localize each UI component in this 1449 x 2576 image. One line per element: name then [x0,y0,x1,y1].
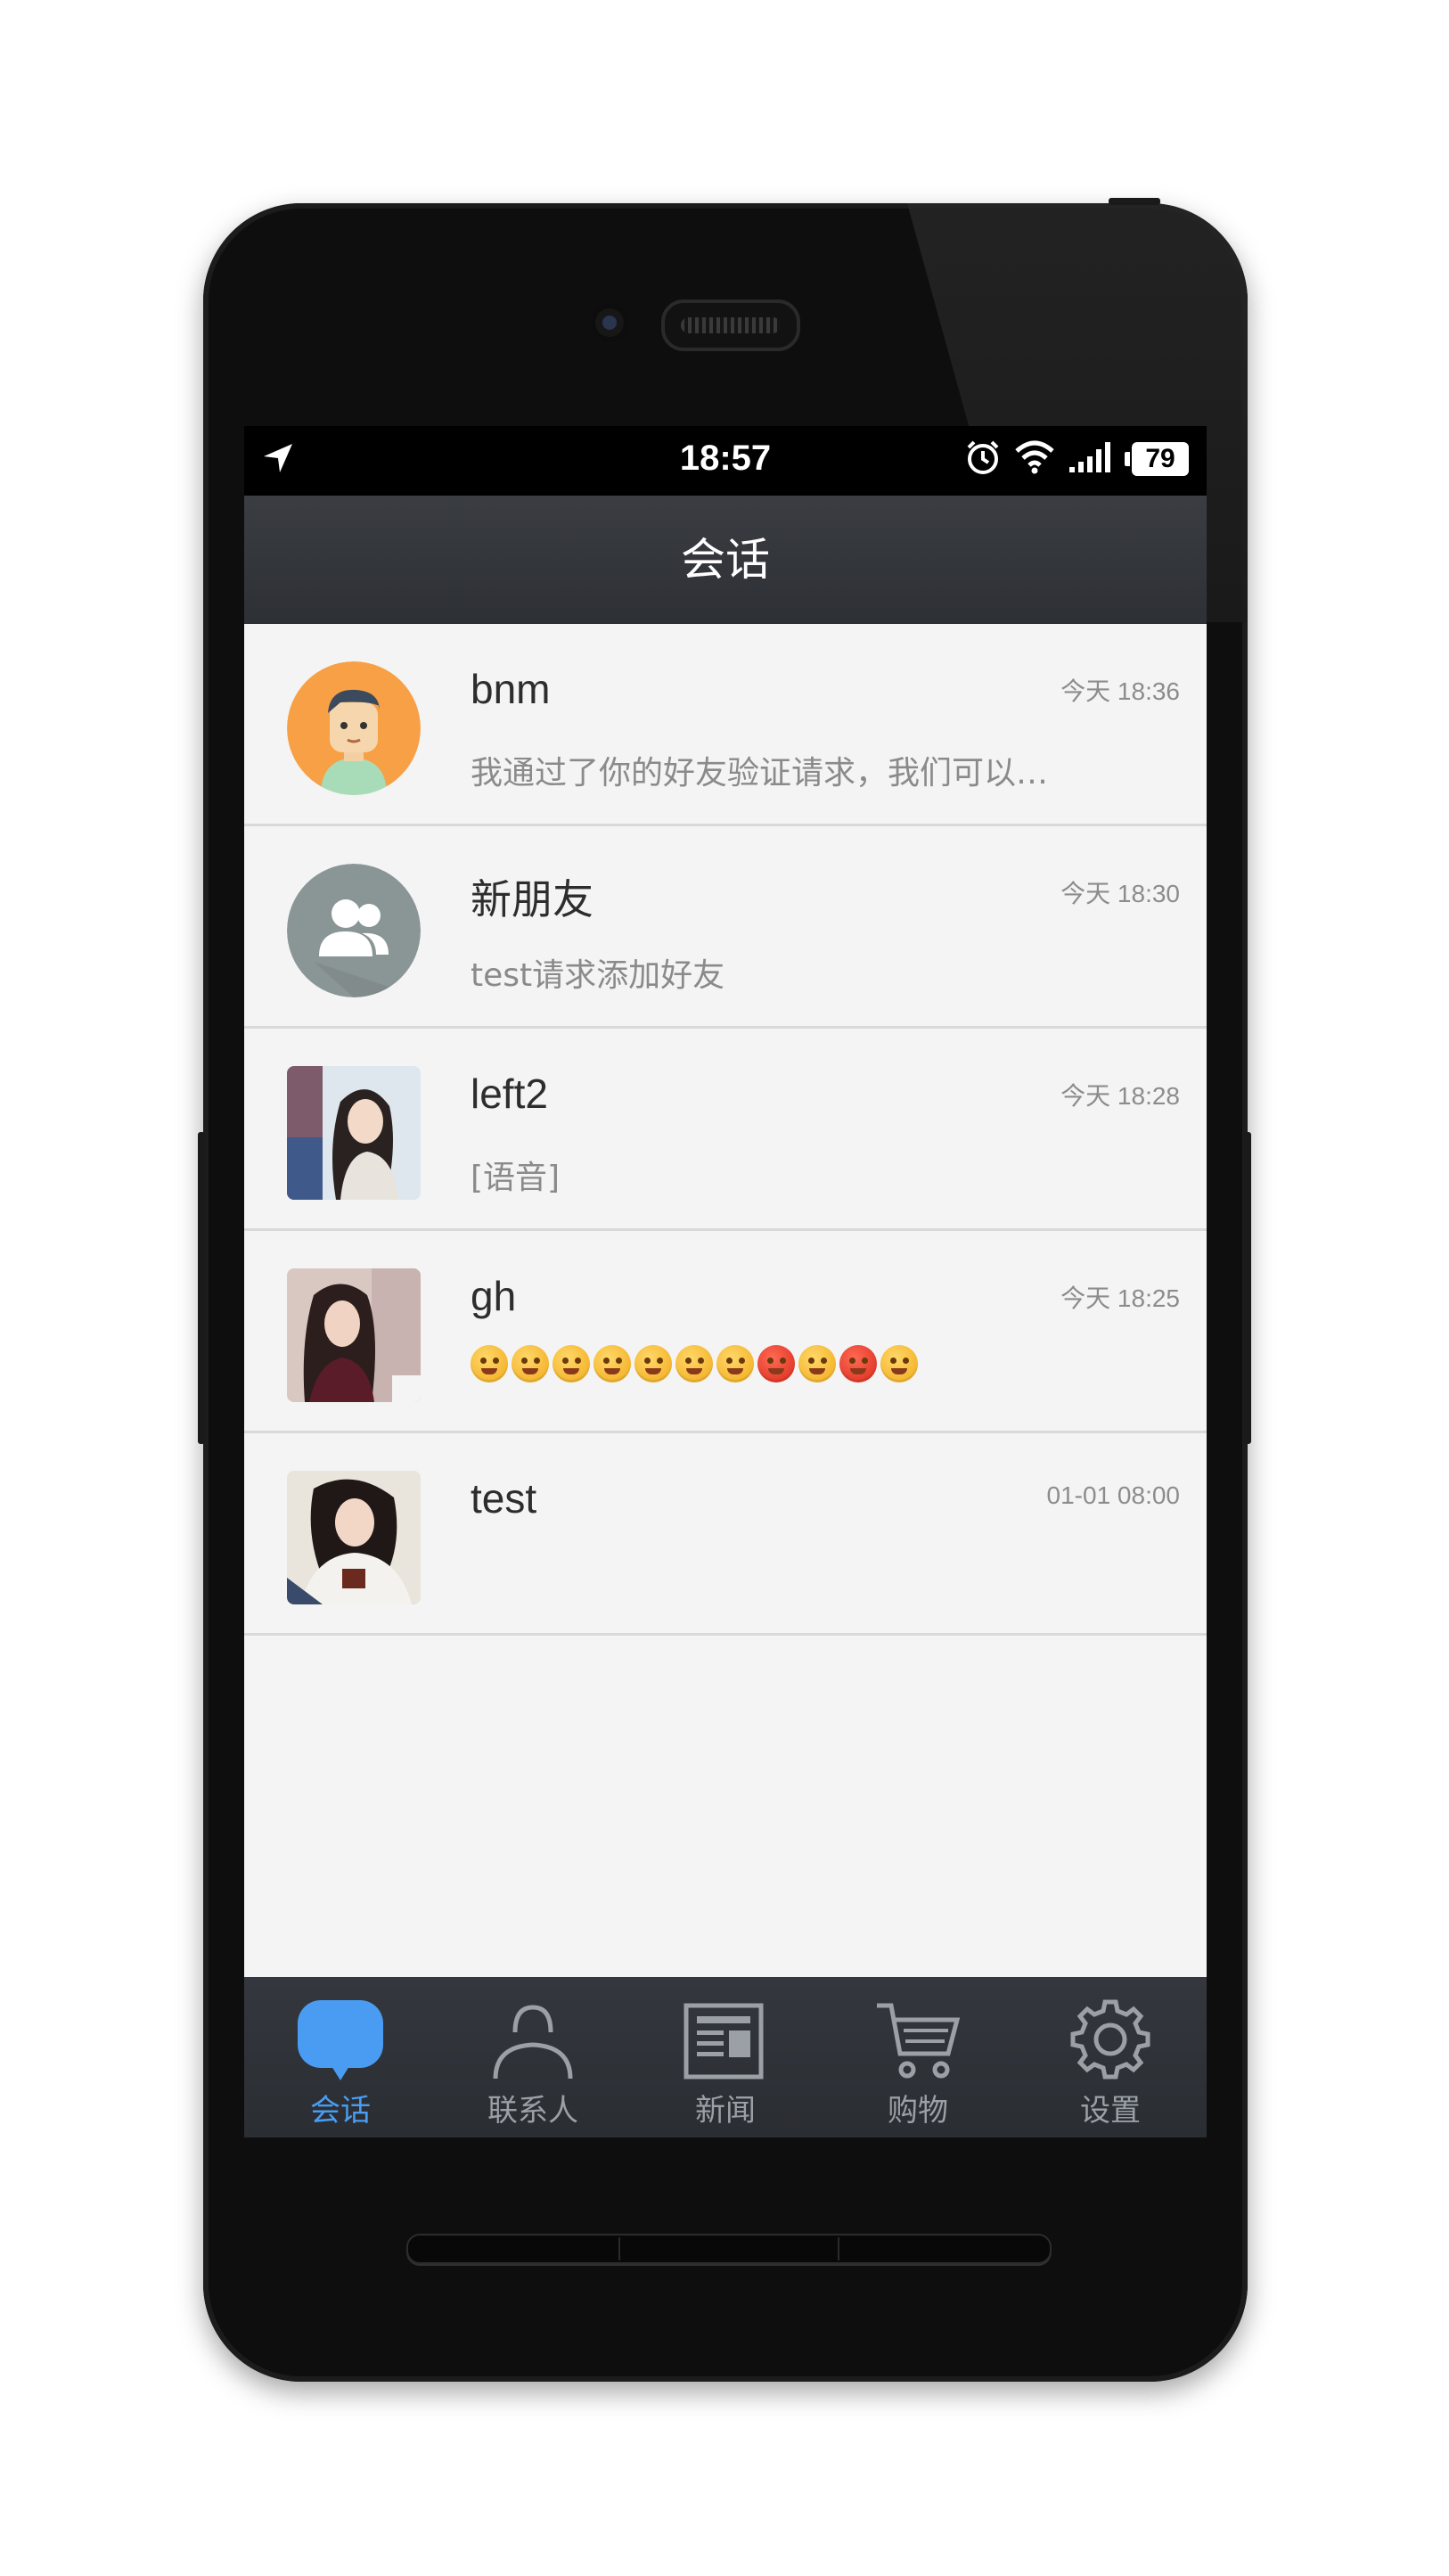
home-bar[interactable] [406,2234,1052,2264]
gear-icon [1066,1997,1155,2086]
tab-conversations[interactable]: 会话 [244,1977,437,2137]
status-bar: 18:57 79 [244,426,1207,496]
conversation-row-new-friends[interactable]: 新朋友 今天 18:30 test请求添加好友 [244,826,1207,1029]
cartoon-man-avatar [287,661,421,795]
angry-emoji-icon [839,1345,877,1382]
power-button [1109,198,1160,205]
photo-avatar [287,1268,421,1402]
message-time: 今天 18:36 [1060,677,1180,705]
joy-emoji-icon [798,1345,836,1382]
confounded-emoji-icon [594,1345,631,1382]
contact-name: test [471,1475,537,1522]
left-side-button [198,1132,205,1444]
conversation-row-bnm[interactable]: bnm 今天 18:36 我通过了你的好友验证请求，我们可以… [244,624,1207,826]
conversation-row-left2[interactable]: left2 今天 18:28 [语音] [244,1029,1207,1231]
message-preview: 我通过了你的好友验证请求，我们可以… [471,755,1049,792]
joy-emoji-icon [880,1345,918,1382]
conversation-row-test[interactable]: test 01-01 08:00 [244,1433,1207,1636]
message-time: 今天 18:30 [1060,880,1180,907]
contact-name: left2 [471,1071,548,1117]
front-camera [590,303,629,342]
tab-contacts[interactable]: 联系人 [437,1977,629,2137]
tab-label: 联系人 [487,2093,578,2129]
message-time: 今天 18:28 [1060,1082,1180,1110]
earpiece-speaker [661,299,800,351]
angry-emoji-icon [757,1345,795,1382]
battery-icon: 79 [1125,442,1189,476]
message-time: 今天 18:25 [1060,1284,1180,1312]
photo-avatar [287,1471,421,1604]
contact-name: 新朋友 [471,876,594,923]
tab-label: 设置 [1080,2093,1141,2129]
message-preview: test请求添加好友 [471,957,725,994]
tab-label: 会话 [310,2093,371,2129]
alarm-icon [964,439,1002,480]
group-avatar [287,864,421,997]
emoji-preview [471,1345,918,1382]
relieved-emoji-icon [634,1345,672,1382]
photo-avatar [287,1066,421,1200]
app-screen: 18:57 79 会话 bnm 今天 18:36 我通过了你的好友验证请求，我们… [244,426,1207,2137]
right-side-button [1244,1132,1251,1444]
cart-icon [873,1997,962,2086]
heart-eyes-emoji-icon [716,1345,754,1382]
bottom-tab-bar: 会话 联系人 新闻 购物 设置 [244,1977,1207,2137]
crying-emoji-icon [675,1345,713,1382]
wifi-icon [1014,440,1055,478]
tongue-emoji-icon [512,1345,549,1382]
tab-label: 购物 [888,2093,948,2129]
tongue-emoji-icon [553,1345,590,1382]
tab-settings[interactable]: 设置 [1014,1977,1207,2137]
tab-news[interactable]: 新闻 [629,1977,822,2137]
chat-bubble-icon [296,1997,385,2086]
tab-label: 新闻 [695,2093,756,2129]
conversation-row-gh[interactable]: gh 今天 18:25 [244,1231,1207,1433]
contact-name: gh [471,1273,517,1319]
tab-shopping[interactable]: 购物 [822,1977,1014,2137]
disappointed-emoji-icon [471,1345,508,1382]
contact-name: bnm [471,666,551,712]
person-icon [488,1997,577,2086]
message-time: 01-01 08:00 [1046,1481,1180,1509]
message-preview: [语音] [471,1160,561,1196]
page-title: 会话 [244,496,1207,624]
signal-icon [1068,440,1119,478]
conversation-list: bnm 今天 18:36 我通过了你的好友验证请求，我们可以… 新朋友 今天 1… [244,624,1207,1636]
newspaper-icon [681,1997,770,2086]
